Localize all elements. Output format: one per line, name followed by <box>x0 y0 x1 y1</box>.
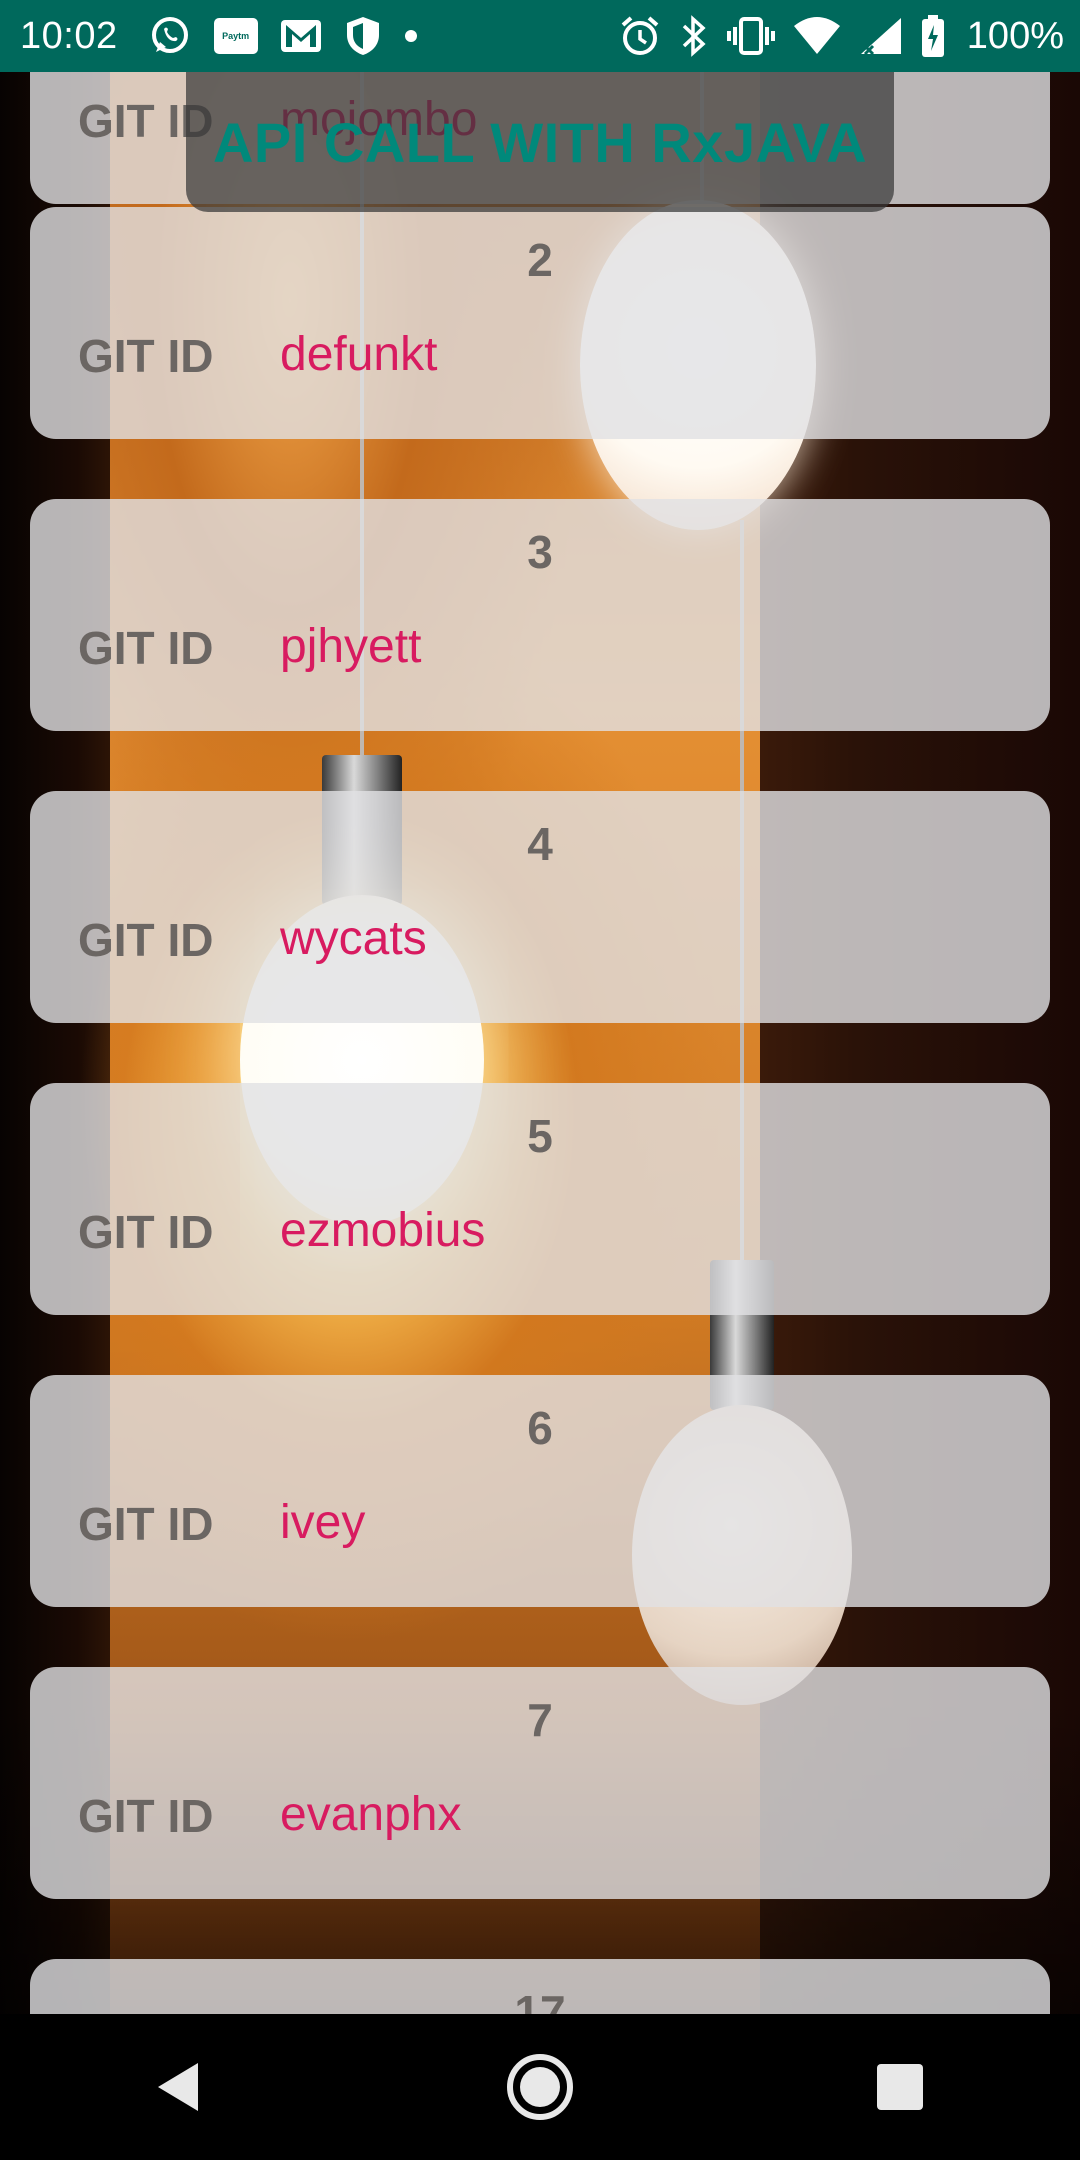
recents-icon <box>877 2064 923 2110</box>
git-id-value: evanphx <box>280 1788 462 1841</box>
navigation-bar <box>0 2014 1080 2160</box>
list-item[interactable]: 3 GIT ID pjhyett <box>30 499 1050 731</box>
signal-icon <box>859 14 903 58</box>
list-item[interactable]: 17 <box>30 1959 1050 2014</box>
list-item[interactable]: 5 GIT ID ezmobius <box>30 1083 1050 1315</box>
git-id-label: GIT ID <box>78 1206 214 1258</box>
paytm-label: Paytm <box>213 18 258 54</box>
list-item[interactable]: 7 GIT ID evanphx <box>30 1667 1050 1899</box>
status-bar: 10:02 Paytm 100% <box>0 0 1080 72</box>
vibrate-icon <box>726 14 775 58</box>
shield-icon <box>344 14 382 58</box>
item-number: 2 <box>527 234 553 286</box>
gmail-icon <box>280 14 322 58</box>
item-number: 4 <box>527 818 553 870</box>
home-button[interactable] <box>480 2027 600 2147</box>
app-title-banner: API CALL WITH RxJAVA <box>186 72 894 212</box>
whatsapp-icon <box>148 14 192 58</box>
alarm-icon <box>619 14 661 58</box>
back-icon <box>158 2063 198 2111</box>
item-number: 6 <box>527 1402 553 1454</box>
git-id-label: GIT ID <box>78 330 214 382</box>
git-id-value: pjhyett <box>280 620 422 673</box>
dot-icon <box>404 14 418 58</box>
git-user-list[interactable]: 1 GIT ID mojombo 2 GIT ID defunkt 3 GIT … <box>0 72 1080 2014</box>
item-number: 7 <box>527 1694 553 1746</box>
battery-percent: 100% <box>966 14 1064 57</box>
back-button[interactable] <box>120 2027 240 2147</box>
page-title: API CALL WITH RxJAVA <box>212 110 868 174</box>
item-number: 5 <box>527 1110 553 1162</box>
list-item[interactable]: 2 GIT ID defunkt <box>30 207 1050 439</box>
git-id-value: ivey <box>280 1496 366 1549</box>
battery-icon <box>921 14 945 58</box>
list-item[interactable]: 4 GIT ID wycats <box>30 791 1050 1023</box>
item-number: 17 <box>514 1986 566 2014</box>
bluetooth-icon <box>679 14 709 58</box>
home-icon <box>507 2054 573 2120</box>
git-id-value: ezmobius <box>280 1204 486 1257</box>
list-item[interactable]: 6 GIT ID ivey <box>30 1375 1050 1607</box>
wifi-icon <box>793 14 841 58</box>
item-number: 3 <box>527 526 553 578</box>
git-id-label: GIT ID <box>78 914 214 966</box>
status-time: 10:02 <box>20 14 118 57</box>
git-id-label: GIT ID <box>78 1790 214 1842</box>
git-id-label: GIT ID <box>78 622 214 674</box>
recents-button[interactable] <box>840 2027 960 2147</box>
git-id-value: wycats <box>280 912 427 965</box>
paytm-icon: Paytm <box>213 14 258 58</box>
git-id-value: defunkt <box>280 328 438 381</box>
git-id-label: GIT ID <box>78 1498 214 1550</box>
